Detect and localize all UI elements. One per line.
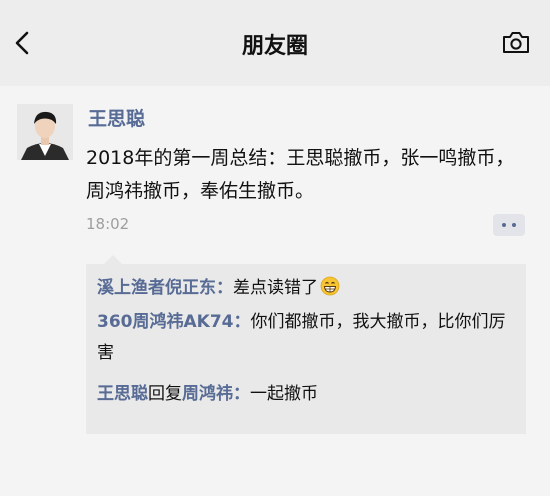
comment-box: 溪上渔者倪正东：差点读错了 360周鸿祎AK74：你们都撤币，我大撤币，比你们厉… [86,255,526,434]
comment-text: 差点读错了 [233,278,318,298]
grin-emoji-icon [320,276,340,296]
reply-target[interactable]: 周鸿祎 [182,384,233,404]
comment-item[interactable]: 360周鸿祎AK74：你们都撤币，我大撤币，比你们厉害 [97,307,517,369]
comment-text: 一起撤币 [250,384,318,404]
moment-post: 王思聪 2018年的第一周总结：王思聪撤币，张一鸣撤币，周鸿祎撤币，奉佑生撤币。… [0,86,550,496]
comment-separator: ： [216,278,233,298]
comment-author[interactable]: 溪上渔者倪正东 [97,278,216,298]
comment-item[interactable]: 溪上渔者倪正东：差点读错了 [97,273,517,304]
avatar[interactable] [17,104,73,160]
post-author-name[interactable]: 王思聪 [88,104,145,131]
reply-label: 回复 [148,384,182,404]
dot [512,223,516,227]
comment-separator: ： [233,312,251,332]
post-timestamp: 18:02 [86,215,130,233]
comment-separator: ： [233,384,250,404]
dot [502,223,506,227]
top-nav-bar: 朋友圈 [0,0,550,86]
comment-item[interactable]: 王思聪回复周鸿祎：一起撤币 [97,379,517,410]
page-title: 朋友圈 [241,34,308,59]
camera-icon[interactable] [502,30,530,54]
comment-author[interactable]: 360周鸿祎AK74 [97,312,233,332]
post-text: 2018年的第一周总结：王思聪撤币，张一鸣撤币，周鸿祎撤币，奉佑生撤币。 [86,147,515,202]
comment-author[interactable]: 王思聪 [97,384,148,404]
more-dots-icon[interactable] [493,214,525,236]
